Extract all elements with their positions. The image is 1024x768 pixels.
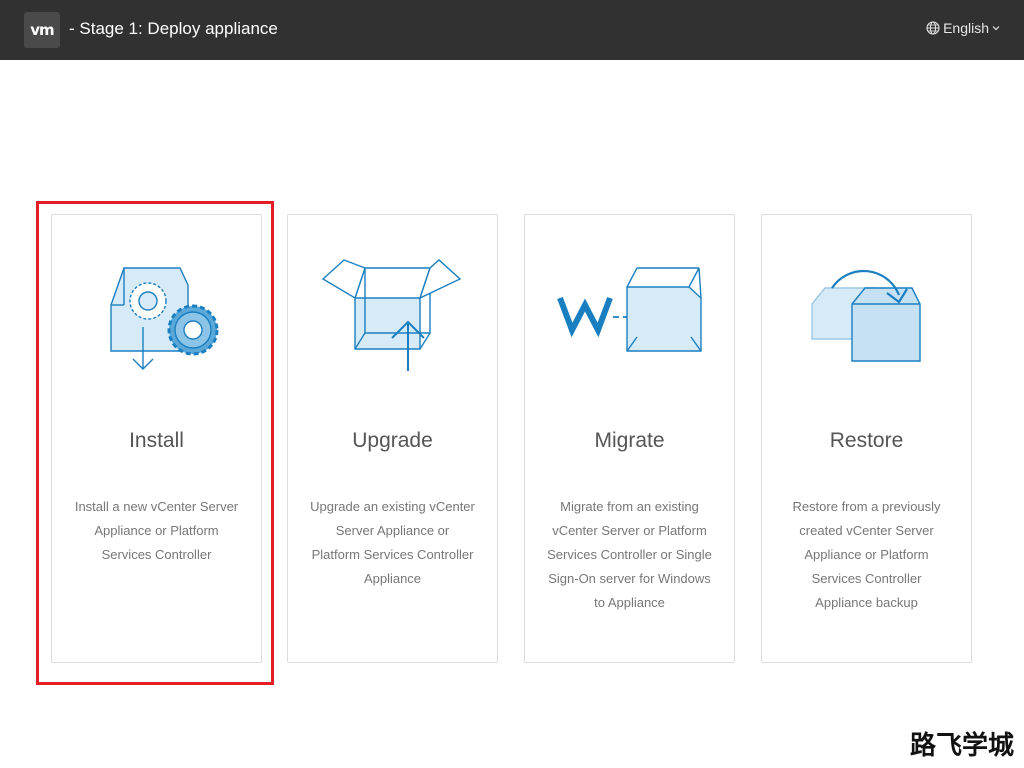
upgrade-description: Upgrade an existing vCenter Server Appli… [310, 499, 475, 586]
chevron-down-icon [992, 26, 1000, 31]
migrate-description: Migrate from an existing vCenter Server … [547, 499, 712, 610]
vmware-logo: vm [24, 12, 60, 48]
install-icon [110, 267, 219, 370]
migrate-icon [557, 267, 702, 352]
install-description: Install a new vCenter Server Appliance o… [74, 499, 239, 562]
app-header: vm - Stage 1: Deploy appliance English [0, 0, 1024, 60]
watermark: 路飞学城 [909, 731, 1014, 761]
upgrade-icon [321, 259, 462, 371]
install-title: Install [129, 429, 184, 452]
install-card[interactable]: Install Install a new vCenter Server App… [51, 214, 262, 663]
language-selector[interactable]: English [926, 20, 1000, 36]
upgrade-title: Upgrade [352, 429, 433, 452]
restore-card[interactable]: Restore Restore from a previously create… [761, 214, 972, 663]
migrate-card[interactable]: Migrate Migrate from an existing vCenter… [524, 214, 735, 663]
language-label: English [943, 20, 989, 36]
page-title: - Stage 1: Deploy appliance [69, 19, 278, 38]
restore-description: Restore from a previously created vCente… [792, 499, 941, 610]
restore-title: Restore [829, 429, 904, 452]
restore-icon [811, 269, 921, 362]
upgrade-card[interactable]: Upgrade Upgrade an existing vCenter Serv… [287, 214, 498, 663]
globe-icon [926, 21, 940, 35]
migrate-title: Migrate [594, 429, 665, 452]
